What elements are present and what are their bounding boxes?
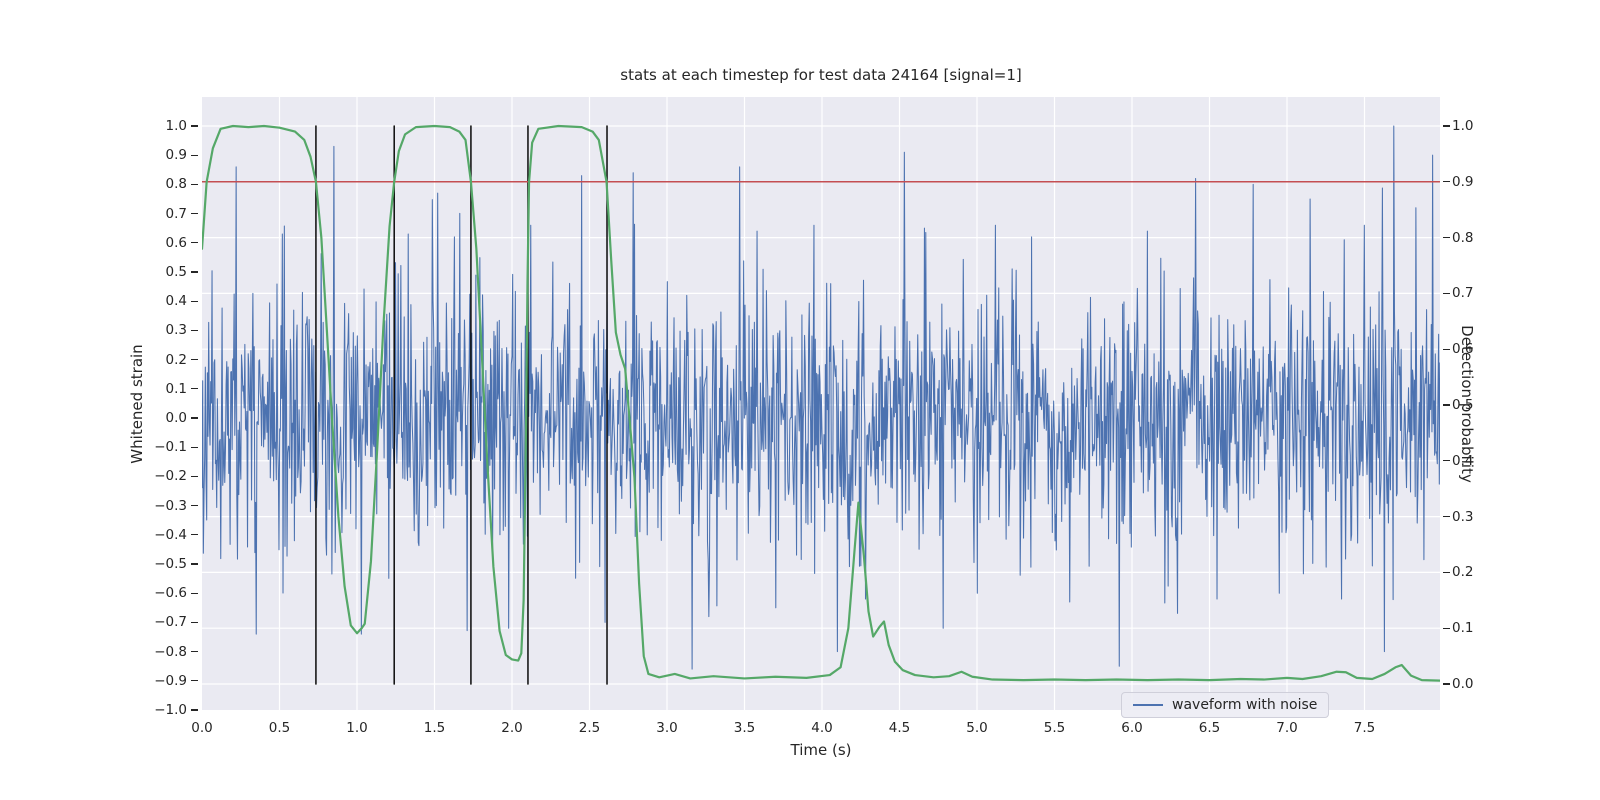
tick-mark xyxy=(190,563,198,565)
y-right-tick-label: 0.3 xyxy=(1452,508,1474,525)
matplotlib-figure: stats at each timestep for test data 241… xyxy=(0,0,1600,800)
y-left-tick-label: 0.4 xyxy=(165,293,187,310)
tick-mark xyxy=(1442,181,1450,183)
y-left-tick-label: 0.6 xyxy=(165,234,187,251)
tick-mark xyxy=(190,475,198,478)
y-right-tick-label: 0.6 xyxy=(1452,341,1474,358)
tick-mark xyxy=(190,212,198,215)
x-tick-label: 1.0 xyxy=(346,720,368,736)
y-left-tick-label: −0.1 xyxy=(154,439,187,456)
y-left-tick-label: 0.8 xyxy=(165,176,187,193)
y-left-tick-label: −0.6 xyxy=(154,585,187,602)
tick-mark xyxy=(1442,460,1450,462)
y-left-tick-label: −0.5 xyxy=(154,556,187,572)
x-tick-label: 0.5 xyxy=(268,720,291,736)
tick-mark xyxy=(190,358,198,361)
tick-mark xyxy=(1442,571,1450,574)
y-left-tick-label: 0.0 xyxy=(165,410,187,426)
x-tick-label: 4.0 xyxy=(811,720,833,736)
y-right-tick-label: 0.2 xyxy=(1452,564,1474,581)
x-tick-label: 2.0 xyxy=(501,720,523,736)
y-left-tick-label: 0.3 xyxy=(165,322,187,339)
y-left-tick-label: −0.2 xyxy=(154,468,187,485)
tick-mark xyxy=(190,300,198,302)
x-axis-label: Time (s) xyxy=(790,741,852,759)
y-right-tick-label: 0.0 xyxy=(1452,676,1474,692)
y-right-tick-label: 0.1 xyxy=(1452,620,1474,637)
y-left-tick-label: 0.1 xyxy=(165,380,187,397)
y-left-tick-label: −1.0 xyxy=(154,702,187,718)
y-left-tick-label: 0.9 xyxy=(165,147,187,164)
y-right-tick-label: 0.4 xyxy=(1452,452,1474,469)
y-right-tick-label: 0.8 xyxy=(1452,229,1474,246)
tick-mark xyxy=(190,242,198,244)
x-tick-label: 5.0 xyxy=(966,720,988,736)
x-tick-label: 3.5 xyxy=(733,720,756,736)
x-tick-label: 2.5 xyxy=(578,720,601,736)
tick-mark xyxy=(1442,348,1450,350)
tick-mark xyxy=(190,621,198,624)
tick-mark xyxy=(190,154,198,156)
x-tick-label: 6.5 xyxy=(1198,720,1221,736)
tick-mark xyxy=(190,446,198,448)
y-right-tick-label: 0.7 xyxy=(1452,285,1474,302)
x-tick-label: 7.5 xyxy=(1353,720,1376,736)
tick-mark xyxy=(190,504,198,507)
y-left-tick-label: −0.8 xyxy=(154,643,187,660)
y-right-tick-label: 0.9 xyxy=(1452,173,1474,190)
tick-mark xyxy=(190,592,198,594)
y-right-tick-label: 0.5 xyxy=(1452,397,1474,413)
x-tick-label: 5.5 xyxy=(1043,720,1066,736)
chart-title: stats at each timestep for test data 241… xyxy=(620,66,1022,84)
legend-line-sample xyxy=(1133,704,1163,706)
tick-mark xyxy=(1442,683,1450,685)
x-tick-label: 7.0 xyxy=(1276,720,1298,736)
x-tick-label: 6.0 xyxy=(1121,720,1143,736)
tick-mark xyxy=(190,329,198,332)
plot-area xyxy=(202,97,1440,710)
x-tick-label: 1.5 xyxy=(423,720,446,736)
y-right-tick-label: 1.0 xyxy=(1452,118,1474,134)
tick-mark xyxy=(190,534,198,536)
chart-canvas xyxy=(202,97,1440,710)
tick-mark xyxy=(190,125,198,127)
tick-mark xyxy=(190,417,198,419)
y-left-tick-label: −0.9 xyxy=(154,672,187,689)
legend: waveform with noise xyxy=(1121,692,1330,718)
x-tick-label: 4.5 xyxy=(888,720,911,736)
tick-mark xyxy=(1442,627,1450,629)
y-left-tick-label: 0.2 xyxy=(165,351,187,368)
y-left-tick-label: 1.0 xyxy=(165,118,187,134)
tick-mark xyxy=(1442,236,1450,239)
y-left-tick-label: −0.4 xyxy=(154,526,187,543)
y-left-tick-label: −0.7 xyxy=(154,614,187,631)
tick-mark xyxy=(1442,515,1450,518)
tick-mark xyxy=(190,388,198,390)
x-tick-label: 0.0 xyxy=(191,720,213,736)
tick-mark xyxy=(190,650,198,653)
tick-mark xyxy=(1442,292,1450,295)
tick-mark xyxy=(190,271,198,273)
y-left-tick-label: 0.7 xyxy=(165,205,187,222)
tick-mark xyxy=(1442,125,1450,127)
x-tick-label: 3.0 xyxy=(656,720,678,736)
tick-mark xyxy=(190,680,198,682)
tick-mark xyxy=(190,183,198,186)
tick-mark xyxy=(190,709,198,711)
legend-item-label: waveform with noise xyxy=(1172,697,1318,713)
y-left-tick-label: −0.3 xyxy=(154,497,187,514)
y-left-tick-label: 0.5 xyxy=(165,264,187,280)
tick-mark xyxy=(1442,404,1450,406)
